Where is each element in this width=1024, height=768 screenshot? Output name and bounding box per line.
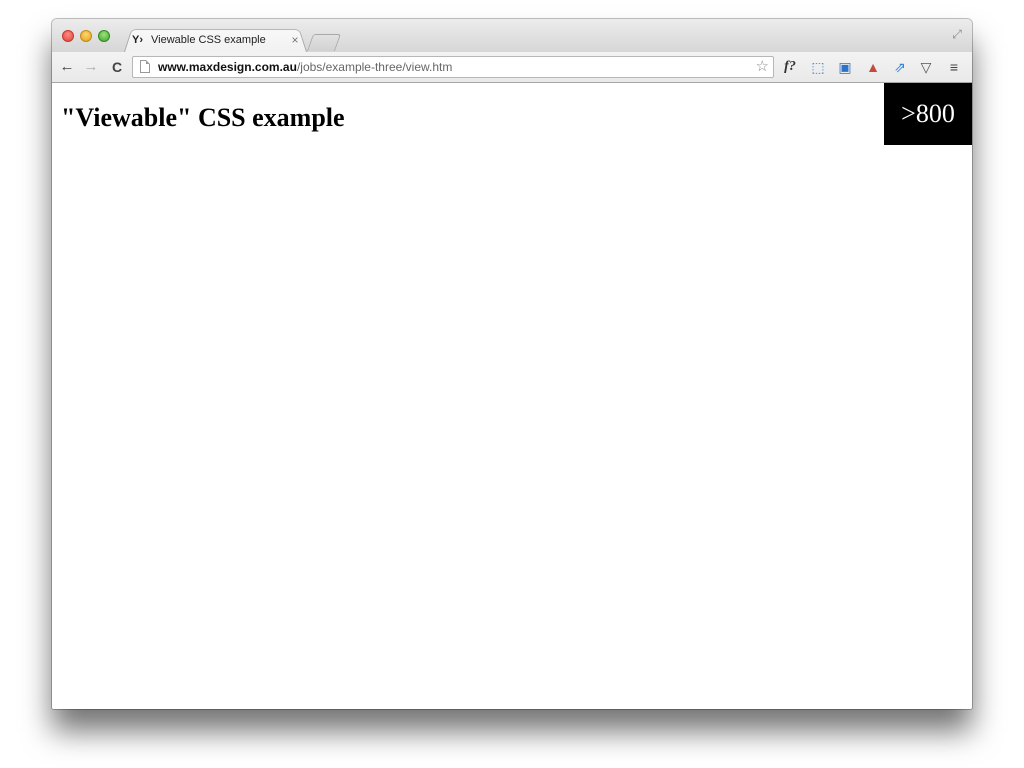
close-window-button[interactable] — [62, 30, 74, 42]
address-bar[interactable]: www.maxdesign.com.au/jobs/example-three/… — [132, 56, 774, 78]
tab-content[interactable]: Y› Viewable CSS example × — [132, 29, 302, 51]
bookmark-star-icon[interactable]: ☆ — [756, 58, 769, 76]
url-text[interactable]: www.maxdesign.com.au/jobs/example-three/… — [158, 60, 452, 74]
toolbar: ← → C www.maxdesign.com.au/jobs/example-… — [52, 52, 972, 83]
back-arrow-icon[interactable]: ← — [58, 58, 76, 76]
car-extension-icon[interactable]: ▲ — [863, 58, 883, 76]
minimize-window-button[interactable] — [80, 30, 92, 42]
screen-capture-extension-icon[interactable]: ⬚ — [808, 58, 828, 76]
font-question-extension-icon[interactable]: f? — [780, 58, 800, 76]
maxdesign-favicon-icon: Y› — [132, 34, 143, 46]
reload-icon[interactable]: C — [108, 58, 126, 76]
tab-title: Viewable CSS example — [151, 34, 266, 46]
fullscreen-icon[interactable]: ⤢ — [950, 27, 964, 41]
new-tab-button[interactable] — [306, 34, 342, 51]
title-bar: Y› Viewable CSS example × ⤢ — [52, 19, 972, 52]
viewport-width-badge: >800 — [884, 83, 972, 145]
url-path: /jobs/example-three/view.htm — [296, 60, 453, 74]
tab-close-icon[interactable]: × — [288, 33, 302, 47]
maximize-window-button[interactable] — [98, 30, 110, 42]
forward-arrow-icon[interactable]: → — [82, 58, 100, 76]
share-extension-icon[interactable]: ⇗ — [890, 58, 910, 76]
browser-window: Y› Viewable CSS example × ⤢ ← → C www.ma… — [52, 19, 972, 709]
pocket-extension-icon[interactable]: ▽ — [916, 58, 936, 76]
url-host: www.maxdesign.com.au — [158, 60, 297, 74]
page-content: "Viewable" CSS example >800 — [52, 83, 972, 709]
page-icon — [140, 60, 150, 73]
page-heading: "Viewable" CSS example — [61, 103, 345, 132]
image-extension-icon[interactable]: ▣ — [835, 58, 855, 76]
menu-icon[interactable]: ≡ — [944, 58, 964, 76]
